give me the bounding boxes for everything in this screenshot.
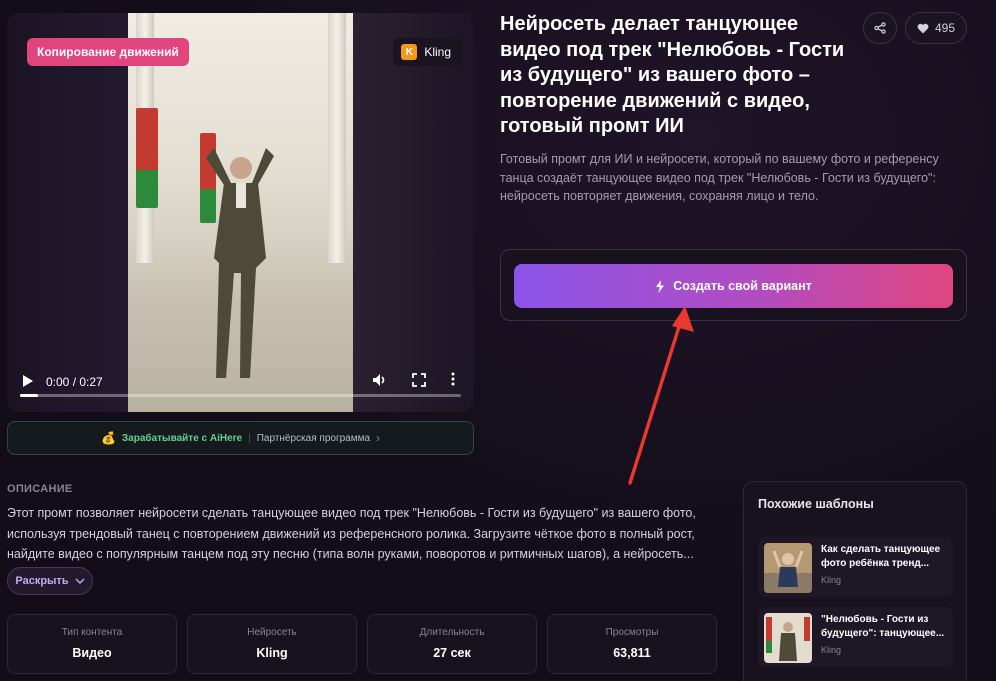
affiliate-banner[interactable]: 💰 Зарабатывайте с AiHere | Партнёрская п… (7, 421, 474, 455)
share-icon (874, 22, 886, 34)
create-variant-button[interactable]: Создать свой вариант (514, 264, 953, 308)
stat-value: Видео (72, 646, 112, 660)
column-decor (328, 13, 346, 263)
flag-decor (136, 108, 158, 208)
video-controls: 0:00 / 0:27 (7, 352, 474, 412)
like-count: 495 (934, 21, 956, 35)
similar-templates-panel: Похожие шаблоны Как сделать танцующее фо… (743, 481, 967, 681)
stat-value: Kling (256, 646, 288, 660)
template-title: "Нелюбовь - Гости из будущего": танцующе… (821, 614, 945, 639)
kling-logo-icon: K (401, 44, 418, 60)
video-player[interactable]: Копирование движений K Kling 0:00 / 0:27 (7, 13, 474, 412)
dancing-person-image (206, 148, 274, 378)
similar-title: Похожие шаблоны (758, 497, 874, 511)
stat-value: 63,811 (613, 646, 651, 660)
stat-content-type: Тип контента Видео (7, 614, 177, 674)
create-variant-label: Создать свой вариант (673, 279, 812, 293)
stat-label: Тип контента (61, 627, 123, 638)
chevron-right-icon: › (376, 431, 381, 445)
category-badge: Копирование движений (27, 38, 189, 66)
like-button[interactable]: 495 (905, 12, 967, 44)
model-badge-label: Kling (424, 45, 451, 59)
stat-label: Нейросеть (247, 627, 297, 638)
expand-button[interactable]: Раскрыть (7, 567, 93, 595)
lightning-icon (656, 279, 665, 293)
page-title: Нейросеть делает танцующее видео под тре… (500, 13, 845, 137)
play-icon[interactable] (22, 374, 34, 391)
stat-label: Просмотры (605, 627, 659, 638)
coin-bag-icon: 💰 (100, 431, 116, 445)
affiliate-primary: Зарабатывайте с AiHere (121, 432, 243, 444)
annotation-arrow (628, 306, 694, 485)
template-model: Kling (821, 575, 842, 585)
stat-model: Нейросеть Kling (187, 614, 357, 674)
description-text: Этот промт позволяет нейросети сделать т… (7, 506, 696, 561)
divider: | (248, 432, 251, 444)
video-progress-fill (20, 394, 38, 397)
model-badge: K Kling (393, 38, 461, 66)
lead-text: Готовый промт для ИИ и нейросети, которы… (500, 152, 939, 203)
stat-value: 27 сек (433, 646, 471, 660)
stat-label: Длительность (419, 627, 485, 638)
expand-label: Раскрыть (15, 575, 69, 587)
description-label: ОПИСАНИЕ (7, 483, 73, 495)
template-title: Как сделать танцующее фото ребёнка тренд… (821, 544, 941, 569)
fullscreen-icon[interactable] (412, 373, 426, 390)
video-time: 0:00 / 0:27 (46, 375, 103, 389)
similar-template-card[interactable]: "Нелюбовь - Гости из будущего": танцующе… (758, 607, 953, 667)
heart-icon (917, 23, 929, 33)
video-progress-bar[interactable] (20, 394, 461, 397)
share-button[interactable] (863, 12, 897, 44)
cta-panel: Создать свой вариант (500, 249, 967, 321)
template-model: Kling (821, 645, 842, 655)
template-thumbnail (764, 543, 812, 593)
volume-icon[interactable] (372, 373, 388, 390)
chevron-down-icon (75, 578, 85, 584)
template-thumbnail (764, 613, 812, 663)
similar-template-card[interactable]: Как сделать танцующее фото ребёнка тренд… (758, 537, 953, 597)
affiliate-secondary: Партнёрская программа (256, 432, 371, 444)
more-options-icon[interactable] (451, 372, 455, 389)
stat-duration: Длительность 27 сек (367, 614, 537, 674)
stat-views: Просмотры 63,811 (547, 614, 717, 674)
